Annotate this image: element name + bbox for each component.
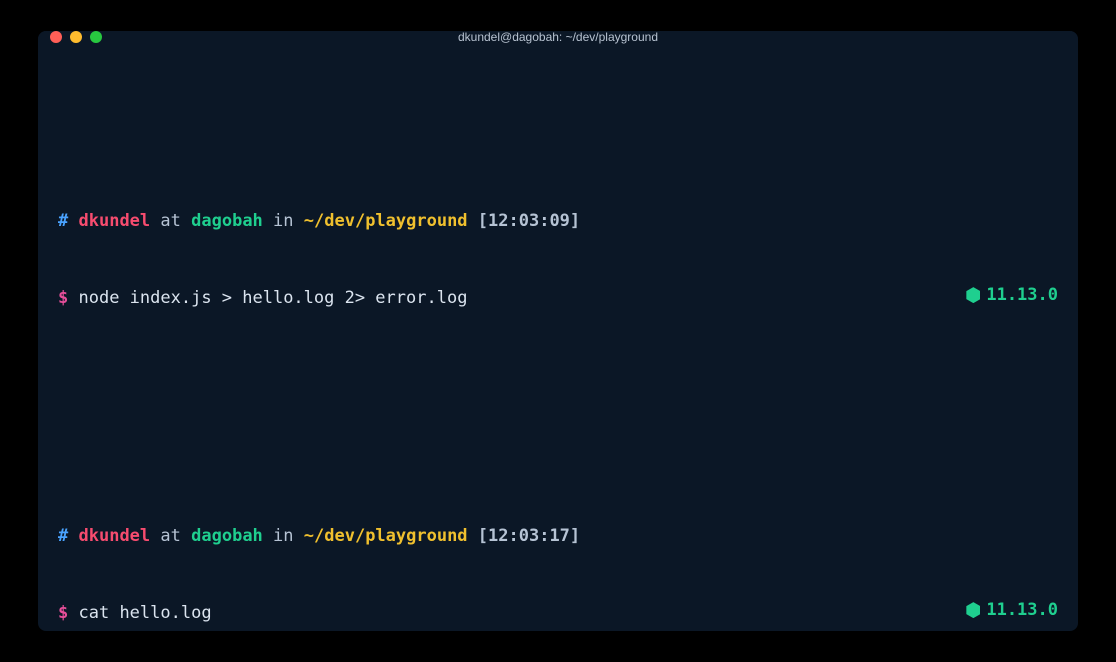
prompt-host: dagobah [191, 211, 263, 231]
command-text: cat hello.log [79, 603, 212, 623]
window-title: dkundel@dagobah: ~/dev/playground [38, 31, 1078, 44]
prompt-path: ~/dev/playground [304, 526, 468, 546]
prompt-in: in [273, 211, 293, 231]
prompt-at: at [160, 526, 180, 546]
close-icon[interactable] [50, 31, 62, 43]
node-version: 11.13.0 [986, 598, 1058, 623]
window-controls [50, 31, 102, 43]
prompt-user: dkundel [79, 211, 151, 231]
terminal-block: # dkundel at dagobah in ~/dev/playground… [58, 160, 1058, 360]
prompt-user: dkundel [79, 526, 151, 546]
node-version-badge: 11.13.0 [966, 283, 1058, 308]
node-hexagon-icon [966, 287, 980, 303]
prompt-host: dagobah [191, 526, 263, 546]
prompt-path: ~/dev/playground [304, 211, 468, 231]
node-version-badge: 11.13.0 [966, 598, 1058, 623]
minimize-icon[interactable] [70, 31, 82, 43]
command-line: $ node index.js > hello.log 2> error.log… [58, 283, 1058, 311]
terminal-body[interactable]: # dkundel at dagobah in ~/dev/playground… [38, 43, 1078, 631]
command-line: $ cat hello.log 11.13.0 [58, 598, 1058, 626]
terminal-block: # dkundel at dagobah in ~/dev/playground… [58, 475, 1058, 631]
command-text: node index.js > hello.log 2> error.log [79, 288, 468, 308]
prompt-hash: # [58, 211, 68, 231]
prompt-hash: # [58, 526, 68, 546]
node-hexagon-icon [966, 602, 980, 618]
prompt-line: # dkundel at dagobah in ~/dev/playground… [58, 524, 1058, 549]
titlebar: dkundel@dagobah: ~/dev/playground [38, 31, 1078, 43]
prompt-dollar: $ [58, 603, 68, 623]
prompt-time: [12:03:09] [478, 211, 580, 231]
prompt-at: at [160, 211, 180, 231]
terminal-window: dkundel@dagobah: ~/dev/playground # dkun… [38, 31, 1078, 631]
prompt-in: in [273, 526, 293, 546]
node-version: 11.13.0 [986, 283, 1058, 308]
prompt-dollar: $ [58, 288, 68, 308]
zoom-icon[interactable] [90, 31, 102, 43]
prompt-line: # dkundel at dagobah in ~/dev/playground… [58, 209, 1058, 234]
prompt-time: [12:03:17] [478, 526, 580, 546]
